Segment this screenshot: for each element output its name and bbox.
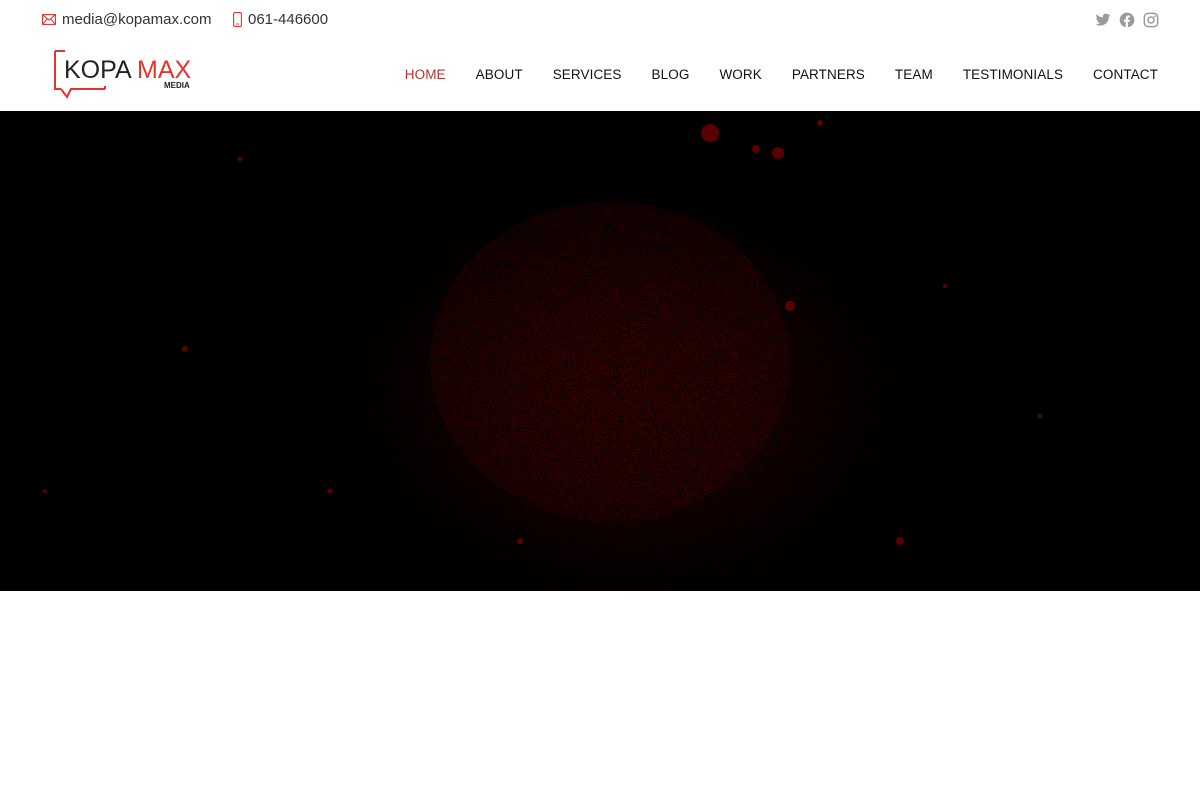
phone-link[interactable]: 061-446600	[233, 11, 328, 28]
hero-banner	[0, 111, 1200, 591]
kopamax-logo[interactable]: KOPA MAX MEDIA	[53, 49, 198, 101]
twitter-icon	[1095, 12, 1111, 28]
top-bar: media@kopamax.com 061-446600	[0, 0, 1200, 42]
mobile-phone-icon	[233, 12, 242, 27]
logo-mark: KOPA MAX MEDIA	[54, 50, 192, 99]
nav-item-work[interactable]: WORK	[719, 67, 761, 82]
nav-item-services[interactable]: SERVICES	[553, 67, 622, 82]
logo-text-main: KOPA	[64, 56, 132, 84]
site-header: KOPA MAX MEDIA HOME ABOUT SERVICES BLOG …	[0, 42, 1200, 111]
social-links	[1095, 12, 1159, 28]
nav-item-home[interactable]: HOME	[405, 67, 446, 82]
phone-text: 061-446600	[248, 11, 329, 28]
instagram-link[interactable]	[1143, 12, 1159, 28]
facebook-icon	[1119, 12, 1135, 28]
twitter-link[interactable]	[1095, 12, 1111, 28]
email-text: media@kopamax.com	[62, 11, 212, 28]
facebook-link[interactable]	[1119, 12, 1135, 28]
nav-item-testimonials[interactable]: TESTIMONIALS	[963, 67, 1063, 82]
content-area	[0, 591, 1200, 800]
main-nav: HOME ABOUT SERVICES BLOG WORK PARTNERS T…	[405, 67, 1158, 82]
email-link[interactable]: media@kopamax.com	[42, 11, 211, 28]
logo-text-accent: MAX	[137, 56, 192, 84]
nav-item-partners[interactable]: PARTNERS	[792, 67, 865, 82]
nav-item-team[interactable]: TEAM	[895, 67, 933, 82]
instagram-icon	[1143, 12, 1159, 28]
red-splash-image	[0, 111, 1200, 591]
nav-item-contact[interactable]: CONTACT	[1093, 67, 1158, 82]
logo-subtext: MEDIA	[164, 81, 190, 90]
nav-item-about[interactable]: ABOUT	[476, 67, 523, 82]
nav-item-blog[interactable]: BLOG	[652, 67, 690, 82]
envelope-icon	[42, 14, 56, 25]
